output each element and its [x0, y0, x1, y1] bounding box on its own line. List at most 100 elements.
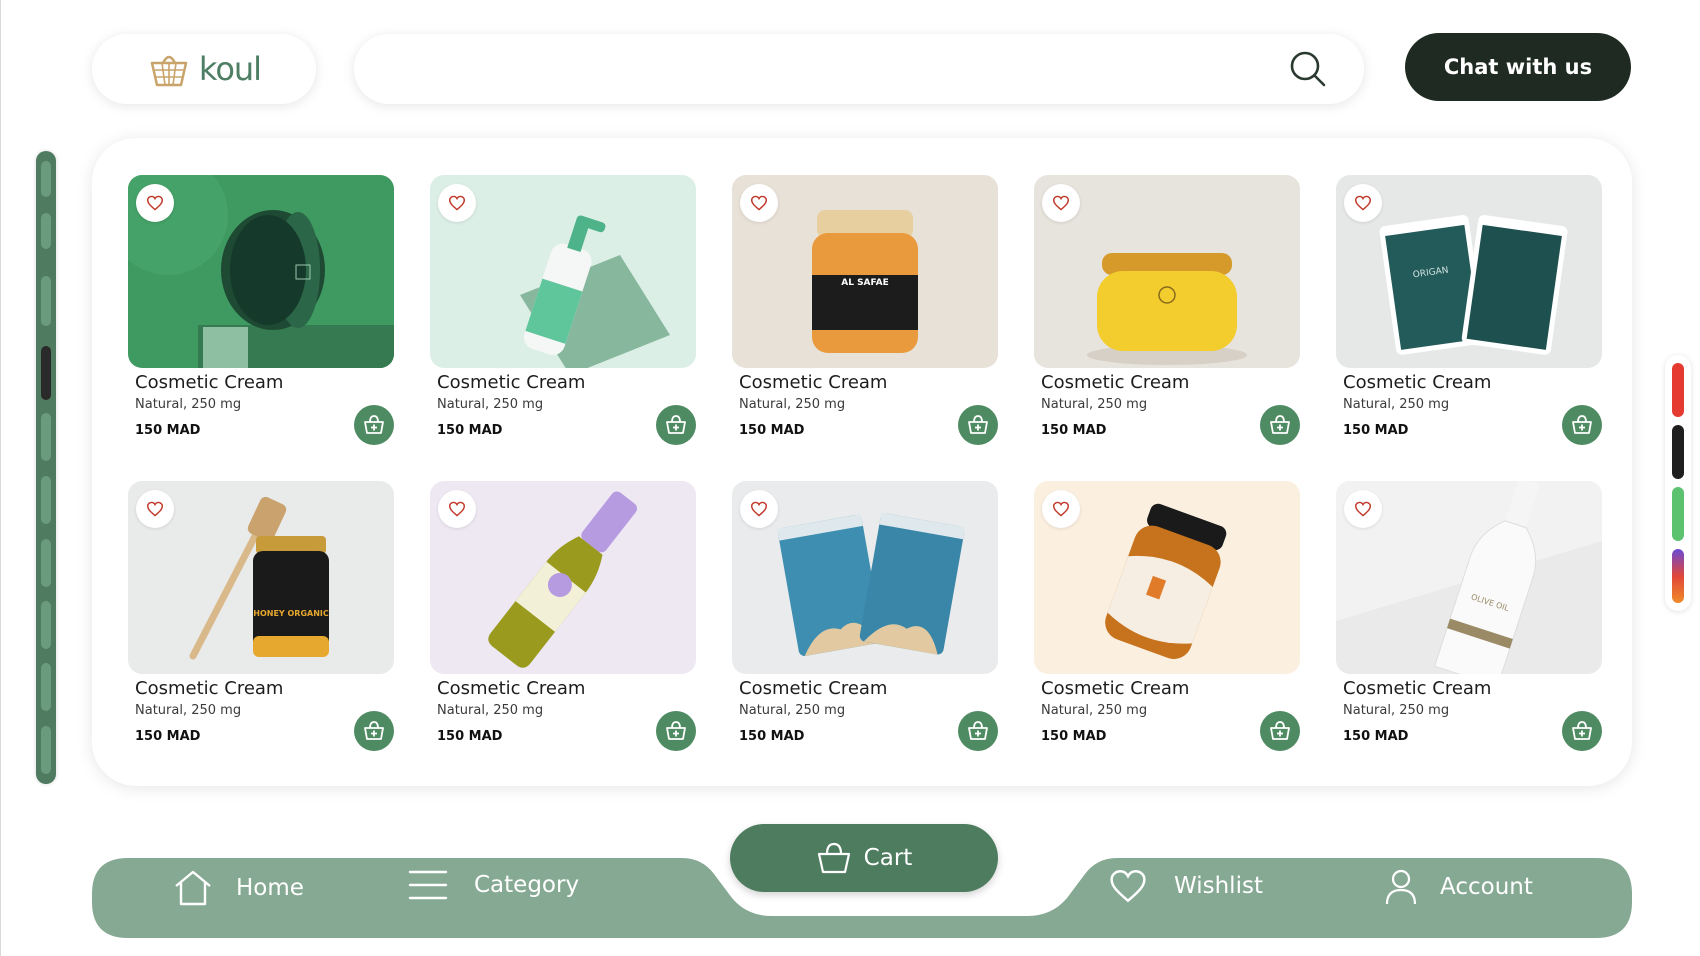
- basket-plus-icon: [1572, 721, 1592, 740]
- product-description: Natural, 250 mg: [1343, 397, 1450, 412]
- nav-home[interactable]: Home: [172, 868, 304, 908]
- product-price: 150 MAD: [437, 423, 503, 438]
- scroll-track-segment: [41, 663, 51, 711]
- product-name: Cosmetic Cream: [1041, 372, 1190, 393]
- nav-category-label: Category: [474, 872, 580, 898]
- nav-home-label: Home: [236, 875, 304, 901]
- user-icon: [1384, 868, 1418, 906]
- wishlist-toggle[interactable]: [740, 184, 778, 222]
- nav-wishlist[interactable]: Wishlist: [1108, 868, 1263, 904]
- product-description: Natural, 250 mg: [437, 703, 544, 718]
- product-description: Natural, 250 mg: [739, 703, 846, 718]
- product-card[interactable]: Cosmetic Cream Natural, 250 mg 150 MAD: [430, 481, 696, 751]
- product-card[interactable]: Cosmetic Cream Natural, 250 mg 150 MAD: [430, 175, 696, 445]
- cart-label: Cart: [863, 845, 913, 871]
- nav-category[interactable]: Category: [408, 868, 579, 902]
- product-price: 150 MAD: [1343, 729, 1409, 744]
- search-bar[interactable]: [354, 33, 1364, 105]
- wishlist-toggle[interactable]: [1344, 184, 1382, 222]
- wishlist-toggle[interactable]: [438, 184, 476, 222]
- product-card[interactable]: AL SAFAE Cosmetic Cream Natural, 250 mg …: [732, 175, 998, 445]
- wishlist-toggle[interactable]: [136, 184, 174, 222]
- add-to-cart-button[interactable]: [354, 405, 394, 445]
- heart-icon: [448, 501, 466, 517]
- menu-icon: [408, 868, 448, 902]
- add-to-cart-button[interactable]: [958, 405, 998, 445]
- product-price: 150 MAD: [437, 729, 503, 744]
- swatch-black[interactable]: [1672, 425, 1684, 479]
- swatch-red[interactable]: [1672, 363, 1684, 417]
- logo[interactable]: koul: [92, 34, 316, 104]
- nav-account-label: Account: [1440, 874, 1533, 900]
- add-to-cart-button[interactable]: [958, 711, 998, 751]
- swatch-green[interactable]: [1672, 487, 1684, 541]
- color-palette[interactable]: [1665, 355, 1691, 611]
- heart-icon: [1052, 501, 1070, 517]
- product-description: Natural, 250 mg: [135, 703, 242, 718]
- product-price: 150 MAD: [739, 423, 805, 438]
- add-to-cart-button[interactable]: [354, 711, 394, 751]
- logo-text: koul: [198, 50, 262, 88]
- wishlist-toggle[interactable]: [1344, 490, 1382, 528]
- add-to-cart-button[interactable]: [1260, 405, 1300, 445]
- scroll-track-segment: [41, 726, 51, 774]
- search-input[interactable]: [386, 33, 1288, 105]
- scroll-thumb[interactable]: [41, 346, 51, 400]
- add-to-cart-button[interactable]: [656, 405, 696, 445]
- scroll-track-segment: [41, 413, 51, 461]
- basket-plus-icon: [1572, 415, 1592, 434]
- scroll-track-segment: [41, 601, 51, 649]
- nav-account[interactable]: Account: [1384, 868, 1533, 906]
- product-price: 150 MAD: [739, 729, 805, 744]
- swatch-gradient[interactable]: [1672, 549, 1684, 603]
- vertical-scrollbar[interactable]: [36, 151, 56, 784]
- wishlist-toggle[interactable]: [1042, 184, 1080, 222]
- product-name: Cosmetic Cream: [739, 678, 888, 699]
- nav-wishlist-label: Wishlist: [1174, 873, 1263, 899]
- product-card[interactable]: OLIVE OIL Cosmetic Cream Natural, 250 mg…: [1336, 481, 1602, 751]
- scroll-track-segment: [41, 276, 51, 326]
- honey-label-text: HONEY ORGANIC: [253, 609, 329, 618]
- cart-button[interactable]: Cart: [730, 824, 998, 892]
- wishlist-toggle[interactable]: [1042, 490, 1080, 528]
- heart-icon: [750, 195, 768, 211]
- heart-icon: [1354, 501, 1372, 517]
- add-to-cart-button[interactable]: [656, 711, 696, 751]
- heart-icon: [1052, 195, 1070, 211]
- wishlist-toggle[interactable]: [136, 490, 174, 528]
- basket-plus-icon: [1270, 721, 1290, 740]
- wishlist-toggle[interactable]: [438, 490, 476, 528]
- product-description: Natural, 250 mg: [135, 397, 242, 412]
- basket-plus-icon: [968, 721, 988, 740]
- product-name: Cosmetic Cream: [1041, 678, 1190, 699]
- product-price: 150 MAD: [135, 423, 201, 438]
- heart-icon: [1354, 195, 1372, 211]
- product-card[interactable]: ORIGAN Cosmetic Cream Natural, 250 mg 15…: [1336, 175, 1602, 445]
- scroll-track-segment: [41, 213, 51, 249]
- chat-button[interactable]: Chat with us: [1405, 33, 1631, 101]
- search-icon[interactable]: [1288, 49, 1328, 89]
- basket-plus-icon: [1270, 415, 1290, 434]
- home-icon: [172, 868, 214, 908]
- product-card[interactable]: Cosmetic Cream Natural, 250 mg 150 MAD: [1034, 175, 1300, 445]
- honey-label-text: AL SAFAE: [841, 278, 889, 288]
- product-name: Cosmetic Cream: [437, 678, 586, 699]
- heart-icon: [750, 501, 768, 517]
- product-card[interactable]: Cosmetic Cream Natural, 250 mg 150 MAD: [732, 481, 998, 751]
- product-card[interactable]: Cosmetic Cream Natural, 250 mg 150 MAD: [128, 175, 394, 445]
- product-card[interactable]: HONEY ORGANIC Cosmetic Cream Natural, 25…: [128, 481, 394, 751]
- product-grid-panel: Cosmetic Cream Natural, 250 mg 150 MAD C…: [92, 138, 1632, 786]
- basket-logo-icon: [150, 55, 188, 87]
- product-description: Natural, 250 mg: [739, 397, 846, 412]
- add-to-cart-button[interactable]: [1562, 711, 1602, 751]
- wishlist-toggle[interactable]: [740, 490, 778, 528]
- basket-plus-icon: [666, 415, 686, 434]
- heart-icon: [146, 195, 164, 211]
- product-description: Natural, 250 mg: [1343, 703, 1450, 718]
- product-card[interactable]: Cosmetic Cream Natural, 250 mg 150 MAD: [1034, 481, 1300, 751]
- add-to-cart-button[interactable]: [1260, 711, 1300, 751]
- heart-icon: [448, 195, 466, 211]
- basket-plus-icon: [968, 415, 988, 434]
- add-to-cart-button[interactable]: [1562, 405, 1602, 445]
- product-description: Natural, 250 mg: [1041, 703, 1148, 718]
